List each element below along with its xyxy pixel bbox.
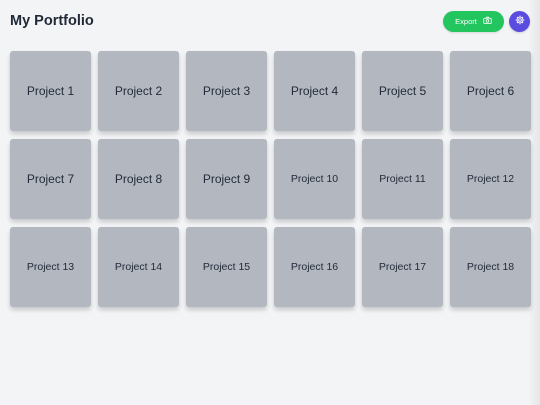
project-card-label: Project 15 [202, 261, 251, 273]
project-card-label: Project 5 [378, 84, 427, 98]
project-card-label: Project 8 [114, 172, 163, 186]
project-card[interactable]: Project 9 [186, 139, 267, 219]
project-card[interactable]: Project 14 [98, 227, 179, 307]
scroll-edge-shadow [528, 0, 540, 405]
project-card-label: Project 16 [290, 261, 339, 273]
settings-button[interactable] [509, 10, 530, 32]
project-card-label: Project 3 [202, 84, 251, 98]
project-card[interactable]: Project 15 [186, 227, 267, 307]
gear-icon [515, 12, 525, 30]
project-card[interactable]: Project 16 [274, 227, 355, 307]
header: My Portfolio Export [10, 8, 530, 34]
project-card-label: Project 4 [290, 84, 339, 98]
header-actions: Export [443, 10, 530, 32]
project-card[interactable]: Project 3 [186, 51, 267, 131]
project-card-label: Project 2 [114, 84, 163, 98]
project-card[interactable]: Project 1 [10, 51, 91, 131]
project-card-label: Project 13 [26, 261, 75, 273]
project-card-label: Project 17 [378, 261, 427, 273]
export-button[interactable]: Export [443, 10, 504, 32]
project-card-label: Project 14 [114, 261, 163, 273]
project-card[interactable]: Project 11 [362, 139, 443, 219]
project-card-label: Project 11 [379, 173, 426, 185]
project-card[interactable]: Project 18 [450, 227, 531, 307]
project-card-label: Project 1 [26, 84, 75, 98]
project-card[interactable]: Project 17 [362, 227, 443, 307]
project-card-label: Project 7 [26, 172, 75, 186]
project-card[interactable]: Project 2 [98, 51, 179, 131]
project-card[interactable]: Project 7 [10, 139, 91, 219]
project-card-label: Project 18 [466, 261, 515, 273]
project-grid: Project 1 Project 2 Project 3 Project 4 … [10, 51, 531, 307]
project-card[interactable]: Project 6 [450, 51, 531, 131]
project-card[interactable]: Project 12 [450, 139, 531, 219]
project-card[interactable]: Project 8 [98, 139, 179, 219]
page-title: My Portfolio [10, 13, 94, 29]
project-card[interactable]: Project 5 [362, 51, 443, 131]
project-card-label: Project 10 [290, 173, 339, 185]
camera-icon [483, 16, 492, 27]
project-card-label: Project 12 [466, 173, 515, 185]
project-card-label: Project 9 [202, 172, 251, 186]
export-button-label: Export [455, 16, 477, 26]
project-card[interactable]: Project 4 [274, 51, 355, 131]
project-card[interactable]: Project 10 [274, 139, 355, 219]
project-card[interactable]: Project 13 [10, 227, 91, 307]
project-card-label: Project 6 [466, 84, 515, 98]
